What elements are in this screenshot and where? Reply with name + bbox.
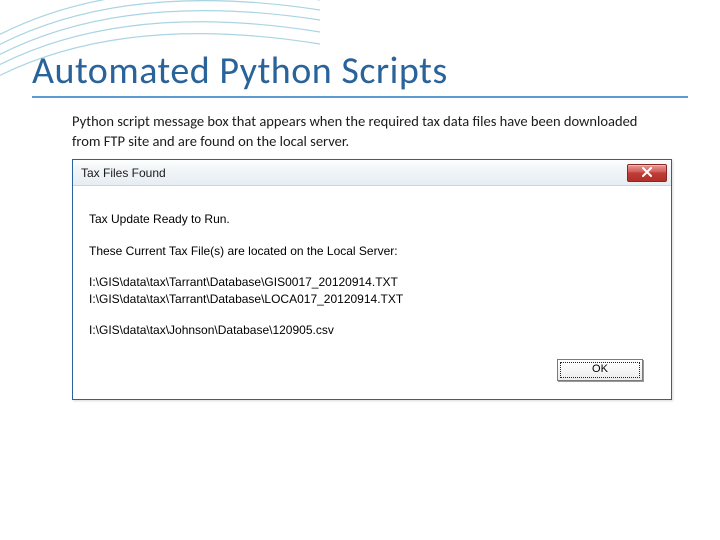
message-box: Tax Files Found Tax Update Ready to Run.… (72, 159, 672, 399)
dialog-footer: OK (89, 359, 655, 393)
slide-title: Automated Python Scripts (32, 48, 688, 98)
file-path: I:\GIS\data\tax\Tarrant\Database\GIS0017… (89, 274, 655, 291)
dialog-titlebar: Tax Files Found (73, 160, 671, 186)
slide-description: Python script message box that appears w… (32, 112, 688, 151)
slide: Automated Python Scripts Python script m… (0, 0, 720, 540)
file-group-johnson: I:\GIS\data\tax\Johnson\Database\120905.… (89, 322, 655, 339)
file-group-tarrant: I:\GIS\data\tax\Tarrant\Database\GIS0017… (89, 274, 655, 308)
close-button[interactable] (627, 164, 667, 182)
dialog-title: Tax Files Found (81, 166, 166, 180)
file-path: I:\GIS\data\tax\Johnson\Database\120905.… (89, 322, 655, 339)
ok-button[interactable]: OK (557, 359, 643, 381)
message-located: These Current Tax File(s) are located on… (89, 242, 655, 260)
message-ready: Tax Update Ready to Run. (89, 210, 655, 228)
file-path: I:\GIS\data\tax\Tarrant\Database\LOCA017… (89, 291, 655, 308)
dialog-body: Tax Update Ready to Run. These Current T… (73, 186, 671, 398)
close-icon (642, 163, 652, 182)
ok-button-label: OK (592, 361, 608, 378)
